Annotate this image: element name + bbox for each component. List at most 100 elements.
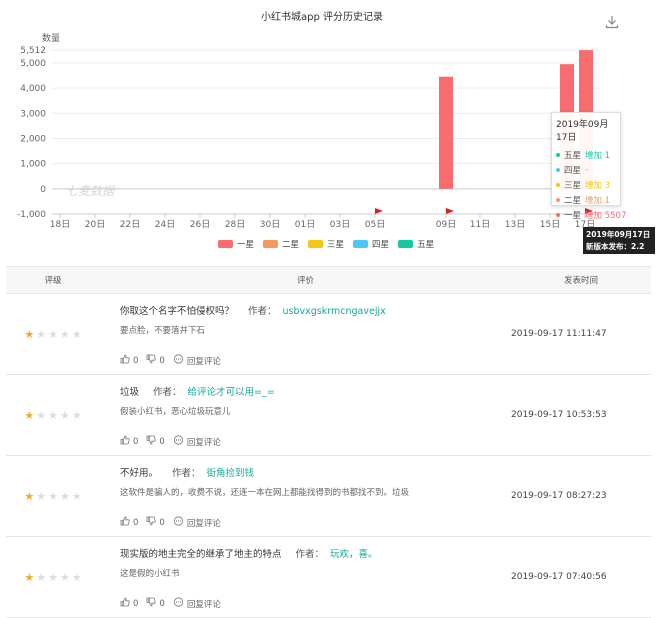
dislike-count: 0 [159,598,165,609]
download-icon[interactable] [605,14,619,29]
legend-item-3[interactable]: 四星 [353,238,389,250]
star-icon: ★ [71,570,82,584]
legend-item-4[interactable]: 五星 [398,238,434,250]
star-icon: ★ [24,489,35,503]
review-cell: 垃圾 作者： 给评论才可以用=_= 假装小红书，恶心垃圾玩意儿 0 0 回复评论 [100,375,507,455]
legend-item-2[interactable]: 三星 [308,238,344,250]
header-rating: 评级 [44,276,62,286]
like-count: 0 [133,355,139,366]
dislike-button[interactable]: 0 [146,597,165,610]
review-actions: 0 0 回复评论 [120,354,229,367]
star-icon: ★ [24,408,35,422]
star-icon: ★ [24,570,35,584]
reply-button[interactable]: 回复评论 [173,516,221,529]
like-button[interactable]: 0 [120,516,138,529]
x-tick-label: 26日 [190,219,210,230]
star-icon: ★ [59,570,70,584]
dislike-count: 0 [159,517,165,528]
author-link[interactable]: usbvxgskrmcngavejjx [283,306,386,317]
y-tick-label: 4,000 [20,84,46,94]
like-button[interactable]: 0 [120,354,138,367]
x-tick-label: 05日 [365,219,385,230]
legend-swatch [218,240,233,248]
legend-label: 三星 [327,240,345,250]
chart-legend: 一星 二星 三星 四星 五星 [218,238,443,250]
dislike-button[interactable]: 0 [146,435,165,448]
tooltip-row: 五星 增加 1 [556,147,616,162]
thumbs-down-icon [146,354,159,367]
star-icon: ★ [71,327,82,341]
table-row: ★ ★ ★ ★ ★ 现实版的地主完全的继承了地主的特点 作者： 玩欢，喜。这是假的小红书 0 0 回… [6,537,651,618]
bar-09日 [439,76,453,189]
star-icon: ★ [36,489,47,503]
review-title: 现实版的地主完全的继承了地主的特点 [120,549,282,560]
reply-button[interactable]: 回复评论 [173,435,221,448]
star-rating: ★ ★ ★ ★ ★ [24,410,81,421]
reviews-table: 评级 评价 发表时间 ★ ★ ★ ★ ★ 你取这个名字不怕侵权吗？ 作者： usbvxgskr… [6,266,651,618]
rating-cell: ★ ★ ★ ★ ★ [6,294,100,374]
legend-swatch [353,240,369,248]
reply-button[interactable]: 回复评论 [173,597,221,610]
author-link[interactable]: 给评论才可以用=_= [188,387,275,398]
dislike-button[interactable]: 0 [146,516,165,529]
review-title-line: 垃圾 作者： 给评论才可以用=_= [120,384,275,398]
star-icon: ★ [48,408,58,422]
author-link[interactable]: 街角捡到钱 [207,468,255,479]
review-cell: 现实版的地主完全的继承了地主的特点 作者： 玩欢，喜。这是假的小红书 0 0 回复评论 [100,537,507,617]
author-label: 作者： [153,387,182,398]
legend-item-0[interactable]: 一星 [218,238,254,250]
x-tick-label: 13日 [505,219,525,230]
legend-label: 一星 [237,240,255,250]
reply-button[interactable]: 回复评论 [173,354,221,367]
legend-item-1[interactable]: 二星 [263,238,299,250]
review-title-line: 现实版的地主完全的继承了地主的特点 作者： 玩欢，喜。 [120,546,378,560]
legend-label: 五星 [417,240,435,250]
review-time: 2019-09-17 08:27:23 [511,491,607,501]
header-review: 评价 [296,276,314,286]
star-icon: ★ [24,327,35,341]
reply-label: 回复评论 [186,599,221,610]
review-body: 要点脸，不要落井下石 [120,326,206,336]
dislike-button[interactable]: 0 [146,354,165,367]
reply-label: 回复评论 [186,437,221,448]
x-tick-label: 01日 [295,219,315,230]
y-tick-label: 1,000 [20,160,46,170]
chart-title: 小红书城app 评分历史记录 [261,10,383,23]
legend-swatch [308,240,324,248]
tooltip-row: 一星 增加 5507 [556,207,626,222]
author-link[interactable]: 玩欢，喜。 [330,549,378,560]
x-tick-label: 28日 [225,219,245,230]
tooltip-value: 增加 3 [585,180,611,191]
review-body: 这软件是骗人的，收费不说，还连一本在网上都能找得到的书都找不到。垃圾 [120,488,410,498]
rating-cell: ★ ★ ★ ★ ★ [6,456,100,536]
like-button[interactable]: 0 [120,435,138,448]
review-body: 这是假的小红书 [120,569,180,579]
reply-label: 回复评论 [186,356,221,367]
review-title: 垃圾 [120,387,140,398]
tooltip-row: 四星 - [556,162,616,177]
thumbs-up-icon [120,597,133,610]
x-tick-label: 18日 [50,219,70,230]
rating-cell: ★ ★ ★ ★ ★ [6,537,100,617]
tooltip-series-label: 四星 [564,165,582,176]
thumbs-up-icon [120,435,133,448]
watermark: 七麦数据 [66,184,115,198]
y-tick-label: 2,000 [20,134,46,144]
legend-label: 四星 [372,240,390,250]
star-icon: ★ [59,327,70,341]
table-row: ★ ★ ★ ★ ★ 垃圾 作者： 给评论才可以用=_= 假装小红书，恶心垃圾玩意儿 0 0 回复评论 2… [6,375,651,456]
review-title: 不好用。 [120,468,159,479]
star-icon: ★ [48,570,58,584]
tooltip-series-label: 一星 [564,210,582,221]
x-tick-label: 09日 [436,219,456,230]
like-button[interactable]: 0 [120,597,138,610]
thumbs-down-icon [146,516,159,529]
tooltip-series-label: 二星 [564,195,582,206]
x-tick-label: 20日 [85,219,105,230]
y-tick-label: 5,000 [20,59,46,69]
y-tick-label: 3,000 [20,109,46,119]
star-icon: ★ [59,408,70,422]
review-title: 你取这个名字不怕侵权吗？ [120,306,235,317]
star-icon: ★ [48,489,58,503]
author-label: 作者： [248,306,277,317]
